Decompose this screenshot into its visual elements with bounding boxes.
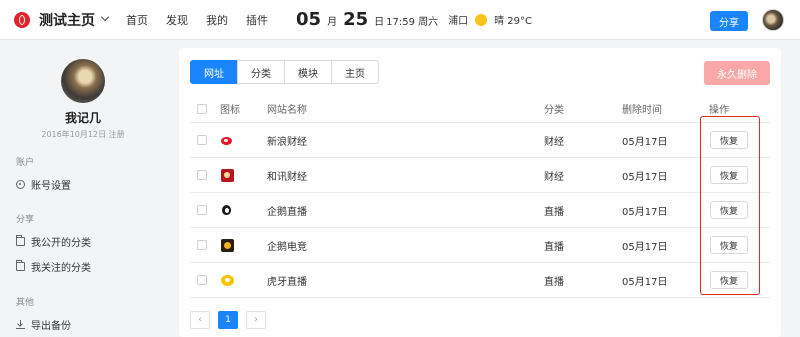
tab-urls[interactable]: 网址 <box>190 60 238 84</box>
brand[interactable]: 测试主页 <box>14 10 110 30</box>
city: 浦口 <box>448 16 469 27</box>
site-category: 财经 <box>544 171 564 183</box>
time-weekday: 17:59 周六 <box>386 17 439 28</box>
delete-forever-button[interactable]: 永久删除 <box>704 61 770 85</box>
huya-icon <box>221 273 234 287</box>
folder-icon <box>16 235 25 246</box>
site-category: 直播 <box>544 241 564 253</box>
share-button[interactable]: 分享 <box>710 11 748 31</box>
sidebar: 我记几 2016年10月12日 注册 账户 账号设置 分享 我公开的分类 我关注… <box>0 40 180 337</box>
site-name: 新浪财经 <box>267 136 307 148</box>
row-checkbox[interactable] <box>197 275 207 285</box>
col-icon: 图标 <box>220 105 240 116</box>
month: 05 <box>296 9 322 30</box>
site-name: 企鹅电竞 <box>267 241 307 253</box>
tab-group: 网址 分类 模块 主页 <box>190 60 379 84</box>
nav-discover[interactable]: 发现 <box>166 12 188 28</box>
row-checkbox[interactable] <box>197 170 207 180</box>
opera-logo-icon <box>14 11 30 28</box>
tab-homepages[interactable]: 主页 <box>331 60 379 84</box>
folder-icon <box>16 260 25 271</box>
sidebar-item-export-backup[interactable]: 导出备份 <box>16 317 71 332</box>
table-header: 图标 网站名称 分类 删除时间 操作 <box>190 95 770 123</box>
table-row: 新浪财经 财经 05月17日 恢复 <box>190 123 770 158</box>
deleted-time: 05月17日 <box>622 136 668 148</box>
table-row: 企鹅直播 直播 05月17日 恢复 <box>190 193 770 228</box>
sidebar-item-label: 账号设置 <box>31 181 71 192</box>
site-name: 虎牙直播 <box>267 276 307 288</box>
gear-icon <box>16 180 25 189</box>
deleted-time: 05月17日 <box>622 241 668 253</box>
table-row: 和讯财经 财经 05月17日 恢复 <box>190 158 770 193</box>
hexun-icon <box>221 168 234 182</box>
nav-plugins[interactable]: 插件 <box>246 12 268 28</box>
col-category: 分类 <box>544 105 564 116</box>
nav-home[interactable]: 首页 <box>126 12 148 28</box>
site-name: 和讯财经 <box>267 171 307 183</box>
deleted-time: 05月17日 <box>622 171 668 183</box>
restore-column-highlight <box>700 116 760 295</box>
prev-page-button[interactable]: ‹ <box>190 311 210 329</box>
download-icon <box>16 320 25 329</box>
section-other-label: 其他 <box>16 298 35 308</box>
day-unit: 日 <box>374 17 385 28</box>
weather-text: 晴 29°C <box>494 16 533 27</box>
section-share-label: 分享 <box>16 215 35 225</box>
site-category: 直播 <box>544 206 564 218</box>
next-page-button[interactable]: › <box>246 311 266 329</box>
tab-modules[interactable]: 模块 <box>284 60 332 84</box>
col-site-name: 网站名称 <box>267 105 307 116</box>
sidebar-item-followed-categories[interactable]: 我关注的分类 <box>16 259 91 274</box>
site-category: 直播 <box>544 276 564 288</box>
qq-penguin-icon <box>221 203 234 217</box>
sidebar-item-public-categories[interactable]: 我公开的分类 <box>16 234 91 249</box>
row-checkbox[interactable] <box>197 205 207 215</box>
sina-weibo-icon <box>221 133 234 147</box>
row-checkbox[interactable] <box>197 135 207 145</box>
chevron-down-icon[interactable] <box>100 13 110 23</box>
tab-categories[interactable]: 分类 <box>237 60 285 84</box>
col-deleted-time: 删除时间 <box>622 105 662 116</box>
select-all-checkbox[interactable] <box>197 103 207 114</box>
sidebar-item-label: 我关注的分类 <box>31 263 91 274</box>
sidebar-item-account-settings[interactable]: 账号设置 <box>16 177 71 192</box>
nav-mine[interactable]: 我的 <box>206 12 228 28</box>
row-checkbox[interactable] <box>197 240 207 250</box>
deleted-time: 05月17日 <box>622 276 668 288</box>
register-date: 2016年10月12日 注册 <box>41 130 125 139</box>
sidebar-item-label: 导出备份 <box>31 321 71 332</box>
sun-icon <box>475 13 488 26</box>
profile-avatar[interactable] <box>61 59 105 103</box>
homepage-title: 测试主页 <box>39 12 95 29</box>
table-row: 虎牙直播 直播 05月17日 恢复 <box>190 263 770 298</box>
trash-panel: 网址 分类 模块 主页 永久删除 图标 网站名称 分类 删除时间 操作 新浪财经… <box>179 48 781 337</box>
day: 25 <box>343 9 369 30</box>
deleted-time: 05月17日 <box>622 206 668 218</box>
date-display: 05 月 25 日 17:59 周六 <box>296 9 438 30</box>
user-name: 我记几 <box>64 111 101 125</box>
site-name: 企鹅直播 <box>267 206 307 218</box>
qq-esports-icon <box>221 238 234 252</box>
top-header: 测试主页 首页 发现 我的 插件 05 月 25 日 17:59 周六 浦口 晴… <box>0 0 800 40</box>
month-unit: 月 <box>327 17 338 28</box>
section-account-label: 账户 <box>16 158 35 168</box>
site-category: 财经 <box>544 136 564 148</box>
sidebar-item-label: 我公开的分类 <box>31 238 91 249</box>
page-1-button[interactable]: 1 <box>218 311 238 329</box>
weather-widget[interactable]: 浦口 晴 29°C <box>448 12 532 27</box>
top-nav: 首页 发现 我的 插件 <box>126 12 286 28</box>
user-avatar-icon[interactable] <box>762 9 784 31</box>
table-row: 企鹅电竞 直播 05月17日 恢复 <box>190 228 770 263</box>
pagination: ‹ 1 › <box>190 311 274 329</box>
